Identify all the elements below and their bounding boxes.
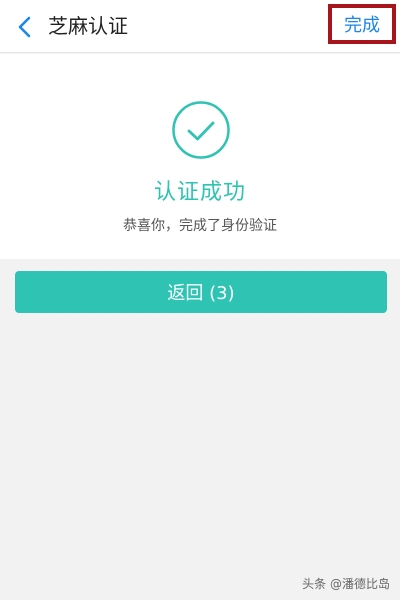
check-circle-icon	[172, 101, 230, 159]
watermark: 头条 @潘德比岛	[302, 577, 390, 591]
page-title: 芝麻认证	[48, 14, 128, 38]
top-nav-bar: 芝麻认证 完成	[0, 0, 400, 53]
back-button[interactable]	[10, 12, 40, 42]
return-button[interactable]: 返回 (3)	[15, 271, 387, 313]
success-subtitle: 恭喜你，完成了身份验证	[123, 218, 277, 234]
chevron-left-icon	[18, 16, 31, 38]
success-title: 认证成功	[153, 180, 246, 205]
success-panel: 认证成功 恭喜你，完成了身份验证	[0, 54, 400, 259]
done-button[interactable]: 完成	[328, 4, 396, 44]
